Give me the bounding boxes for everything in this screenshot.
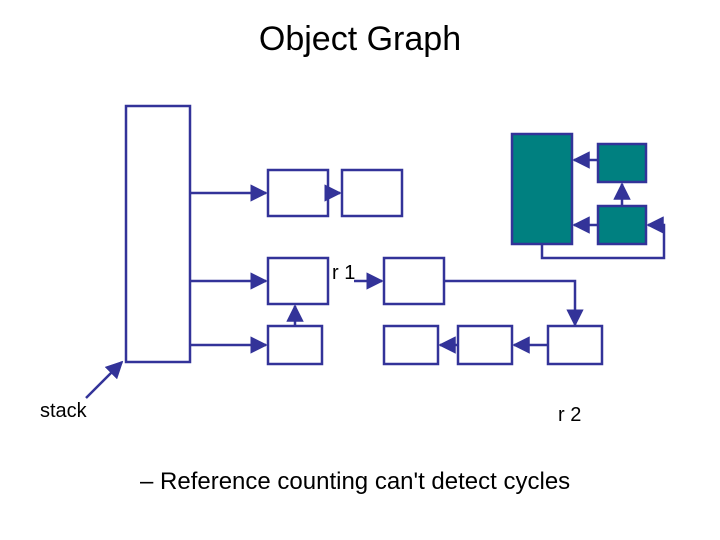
node-stack bbox=[126, 106, 190, 362]
diagram-canvas bbox=[0, 0, 720, 540]
label-stack: stack bbox=[40, 400, 87, 423]
node-cycle-bot bbox=[598, 206, 646, 244]
label-r2: r 2 bbox=[558, 404, 581, 427]
edge-stacklabel-stack bbox=[86, 362, 122, 398]
node-b1 bbox=[268, 258, 328, 304]
edge-b2-d3 bbox=[444, 281, 575, 325]
node-a2 bbox=[342, 170, 402, 216]
label-r1: r 1 bbox=[332, 262, 355, 285]
node-cycle-tall bbox=[512, 134, 572, 244]
node-b2 bbox=[384, 258, 444, 304]
node-cycle-top bbox=[598, 144, 646, 182]
node-d1 bbox=[384, 326, 438, 364]
node-c1 bbox=[268, 326, 322, 364]
bullet-caption: – Reference counting can't detect cycles bbox=[140, 468, 570, 496]
node-d3 bbox=[548, 326, 602, 364]
node-d2 bbox=[458, 326, 512, 364]
node-a1 bbox=[268, 170, 328, 216]
